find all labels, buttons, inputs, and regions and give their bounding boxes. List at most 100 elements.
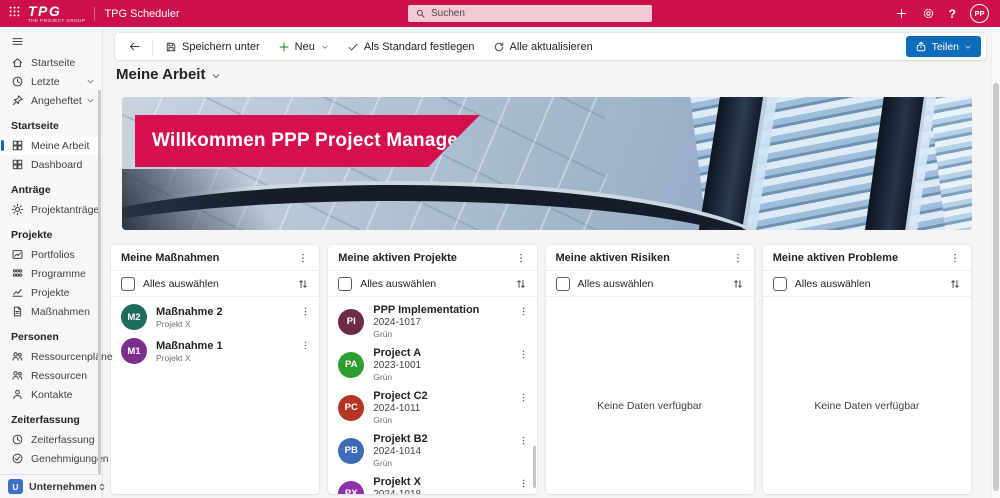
search-box[interactable] — [408, 5, 652, 22]
sidebar-item-massnahmen[interactable]: Maßnahmen — [0, 302, 102, 321]
card-title: Meine Maßnahmen — [121, 251, 220, 264]
share-button[interactable]: Teilen — [905, 36, 981, 57]
item-subtitle: Grün — [373, 329, 393, 339]
chart-line-icon — [11, 286, 24, 299]
sidebar-item-portfolios[interactable]: Portfolios — [0, 245, 102, 264]
sidebar-item-ressourcen[interactable]: Ressourcen — [0, 366, 102, 385]
item-menu-icon[interactable] — [518, 349, 529, 360]
chevron-down-icon — [964, 43, 972, 51]
list-item[interactable]: PC Project C2 2024-1011 Grün — [328, 386, 536, 429]
sidebar-scrollbar[interactable] — [98, 90, 101, 480]
card-menu-icon[interactable] — [732, 252, 744, 264]
sidebar-item-label: Dashboard — [31, 158, 83, 171]
company-switcher[interactable]: U Unternehmen — [0, 474, 104, 498]
chevron-down-icon[interactable] — [211, 71, 221, 81]
item-avatar: PI — [338, 308, 365, 335]
add-icon[interactable] — [895, 7, 908, 20]
sidebar-section-antrage: Anträge — [11, 184, 51, 196]
sidebar-item-dashboard[interactable]: Dashboard — [0, 155, 102, 174]
card-title: Meine aktiven Projekte — [338, 251, 457, 264]
list-item[interactable]: M1 Maßnahme 1 Projekt X — [111, 334, 319, 368]
sidebar-item-kontakte[interactable]: Kontakte — [0, 385, 102, 404]
document-icon — [11, 305, 24, 318]
search-input[interactable] — [431, 8, 631, 19]
item-menu-icon[interactable] — [518, 392, 529, 403]
sidebar-section-zeiterfassung: Zeiterfassung — [11, 414, 80, 426]
item-menu-icon[interactable] — [518, 435, 529, 446]
list-item[interactable]: PI PPP Implementation 2024-1017 Grün — [328, 300, 536, 343]
check-icon — [347, 41, 359, 53]
item-menu-icon[interactable] — [300, 340, 311, 351]
app-launcher-button[interactable] — [0, 0, 28, 27]
list-item[interactable]: PX Projekt X2024-1018Grün — [328, 472, 536, 494]
item-menu-icon[interactable] — [518, 306, 529, 317]
sort-icon[interactable] — [949, 278, 961, 290]
card-menu-icon[interactable] — [949, 252, 961, 264]
card-header: Meine aktiven Probleme — [762, 245, 971, 271]
select-all-checkbox[interactable] — [772, 276, 787, 291]
sort-icon[interactable] — [515, 278, 527, 290]
alle-aktualisieren-button[interactable]: Alle aktualisieren — [484, 33, 602, 60]
sidebar-item-meine-arbeit[interactable]: Meine Arbeit — [0, 136, 102, 155]
speichern-unter-button[interactable]: Speichern unter — [156, 33, 269, 60]
clock-icon — [11, 433, 24, 446]
card-title: Meine aktiven Risiken — [555, 251, 670, 264]
share-icon — [915, 41, 927, 53]
sort-icon[interactable] — [732, 278, 744, 290]
item-subtitle: Grün — [373, 372, 393, 382]
sort-icon[interactable] — [297, 278, 309, 290]
card-menu-icon[interactable] — [515, 252, 527, 264]
chevron-down-icon — [86, 96, 95, 105]
sidebar-item-ressourcenplane[interactable]: Ressourcenpläne — [0, 347, 113, 366]
sidebar-item-projekte[interactable]: Projekte — [0, 283, 102, 302]
select-all-label: Alles auswählen — [794, 277, 871, 290]
sidebar-item-label: Letzte — [31, 75, 60, 88]
sidebar-item-label: Portfolios — [31, 248, 75, 261]
search-icon — [415, 8, 426, 19]
select-all-checkbox[interactable] — [555, 276, 570, 291]
banner-corner-art — [122, 168, 309, 230]
sidebar-item-angeheftet[interactable]: Angeheftet — [0, 91, 102, 110]
item-menu-icon[interactable] — [518, 478, 529, 489]
home-icon — [11, 56, 24, 69]
select-all-checkbox[interactable] — [121, 276, 135, 291]
item-title: Projekt X — [373, 476, 421, 488]
item-subtitle: Grün — [373, 458, 393, 468]
hamburger-icon — [11, 35, 102, 48]
sidebar-item-projektantrage[interactable]: Projektanträge — [0, 200, 102, 219]
select-all-row: Alles auswählen — [762, 271, 971, 297]
sidebar-item-genehmigungen[interactable]: Genehmigungen — [0, 449, 109, 468]
help-icon[interactable]: ? — [949, 8, 956, 20]
button-label: Alle aktualisieren — [509, 40, 593, 53]
list-item[interactable]: PB Projekt B2 2024-1014 Grün — [328, 429, 536, 472]
sidebar-item-zeiterfassung[interactable]: Zeiterfassung — [0, 430, 102, 449]
sidebar-toggle-button[interactable] — [0, 27, 102, 53]
sidebar-item-letzte[interactable]: Letzte — [0, 72, 102, 91]
sidebar-item-label: Maßnahmen — [31, 305, 90, 318]
item-avatar: PX — [338, 480, 365, 494]
list-item[interactable]: M2 Maßnahme 2 Projekt X — [111, 300, 319, 334]
share-label: Teilen — [931, 40, 959, 53]
card-menu-icon[interactable] — [297, 252, 309, 264]
sidebar-item-label: Projekte — [31, 286, 70, 299]
item-menu-icon[interactable] — [300, 306, 311, 317]
sidebar-item-programme[interactable]: Programme — [0, 264, 102, 283]
sidebar-item-label: Zeiterfassung — [31, 433, 95, 446]
card-scrollbar-thumb[interactable] — [532, 446, 536, 488]
item-avatar: M1 — [121, 338, 147, 364]
clock-icon — [11, 75, 24, 88]
als-standard-festlegen-button[interactable]: Als Standard festlegen — [338, 33, 484, 60]
page-scrollbar[interactable] — [991, 27, 1000, 498]
neu-button[interactable]: Neu — [269, 33, 338, 60]
card-meine-aktiven-risiken: Meine aktiven Risiken Alles auswählen Kein… — [545, 245, 754, 494]
settings-icon[interactable] — [922, 7, 935, 20]
list-item[interactable]: PA Project A 2023-1001 Grün — [328, 343, 536, 386]
back-button[interactable] — [120, 33, 149, 60]
select-all-label: Alles auswählen — [360, 277, 437, 290]
button-label: Speichern unter — [182, 40, 260, 53]
sidebar-item-startseite[interactable]: Startseite — [0, 53, 102, 72]
user-avatar[interactable]: PP — [970, 4, 989, 23]
select-all-checkbox[interactable] — [338, 276, 353, 291]
scrollbar-thumb[interactable] — [993, 83, 999, 491]
command-bar: Speichern unter Neu Als Standard festlegen… — [115, 33, 986, 60]
